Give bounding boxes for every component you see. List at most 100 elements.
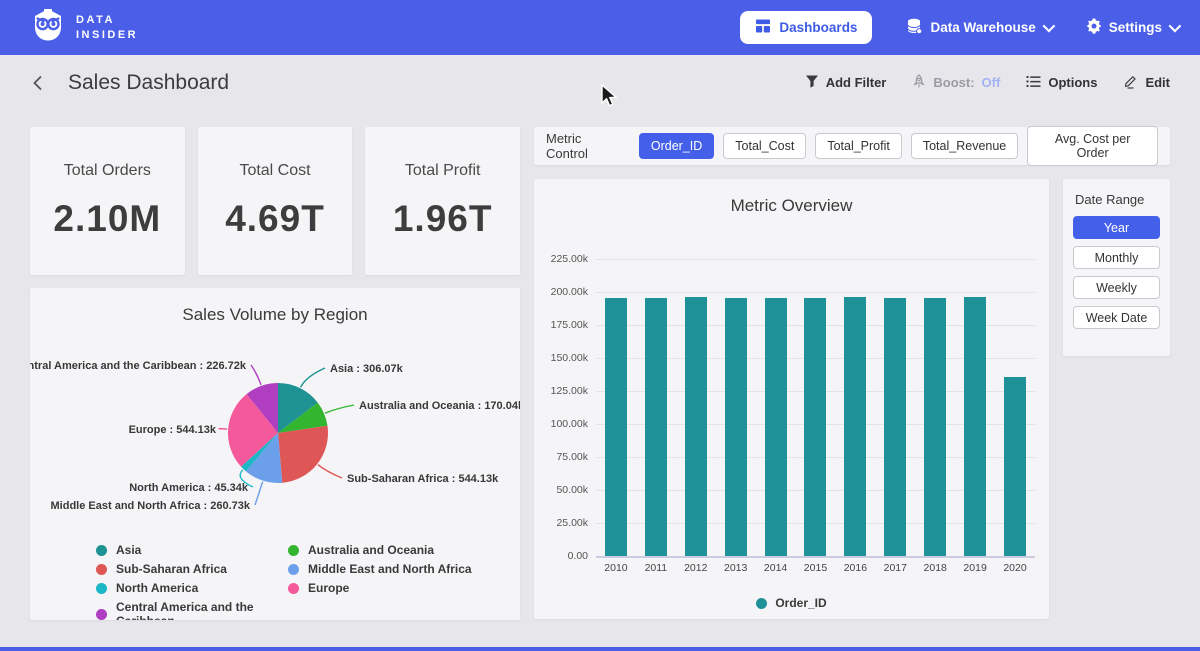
date-range-card: Date Range Year Monthly Weekly Week Date [1063,179,1170,356]
y-axis-tick: 125.00k [536,385,588,397]
legend-label: Europe [308,581,349,595]
bar-chart-legend[interactable]: Order_ID [534,596,1049,610]
pie-legend-item[interactable]: Australia and Oceania [288,543,520,557]
title-bar: Sales Dashboard Add Filter Boost: Off [0,55,1200,110]
legend-dot [96,583,107,594]
date-range-title: Date Range [1075,192,1160,207]
chevron-down-icon [1169,20,1182,33]
pie-slice-label: North America : 45.34k [129,482,249,494]
bar-2018[interactable] [924,298,946,556]
bar-chart-plot: 225.00k200.00k175.00k150.00k125.00k100.0… [596,259,1035,556]
pie-label-connector [301,368,325,387]
x-axis-label: 2017 [875,562,915,574]
dashboards-label: Dashboards [779,20,857,35]
filter-funnel-icon [805,74,819,91]
bar-2019[interactable] [964,297,986,556]
kpi-card-total-cost: Total Cost 4.69T [198,127,353,275]
y-axis-tick: 175.00k [536,319,588,331]
add-filter-label: Add Filter [826,75,887,90]
boost-toggle[interactable]: Boost: Off [912,74,1000,92]
date-range-year-button[interactable]: Year [1073,216,1160,239]
date-range-week-date-button[interactable]: Week Date [1073,306,1160,329]
legend-label: Central America and the Caribbean [116,600,288,620]
x-axis-label: 2019 [955,562,995,574]
legend-dot [96,564,107,575]
pie-label-connector [318,465,342,478]
legend-label: North America [116,581,198,595]
kpi-value: 2.10M [53,198,161,240]
bar-2015[interactable] [804,298,826,556]
bar-2014[interactable] [765,298,787,556]
legend-label: Sub-Saharan Africa [116,562,227,576]
edit-button[interactable]: Edit [1123,74,1170,92]
data-warehouse-menu[interactable]: Data Warehouse [906,18,1051,38]
page-title: Sales Dashboard [68,71,229,95]
brand-logo[interactable]: DATA INSIDER [30,8,138,47]
pie-legend-item[interactable]: Europe [288,581,520,595]
pie-slice-label: Australia and Oceania : 170.04k [359,400,520,412]
pie-label-connector [325,405,354,413]
metric-button-order-id[interactable]: Order_ID [639,133,714,159]
metric-control-bar: Metric Control Order_ID Total_Cost Total… [534,127,1170,165]
dashboards-button[interactable]: Dashboards [740,11,872,44]
legend-dot [756,598,767,609]
y-axis-tick: 100.00k [536,418,588,430]
top-navbar: DATA INSIDER Dashboards [0,0,1200,55]
pie-slice-3[interactable] [278,426,328,483]
back-button[interactable] [30,74,46,92]
y-axis-tick: 225.00k [536,253,588,265]
pie-legend-item[interactable]: North America [96,581,288,595]
kpi-value: 4.69T [225,198,325,240]
boost-label: Boost: [933,75,974,90]
pie-slice-label: Middle East and North Africa : 260.73k [51,500,251,512]
bar-chart-title: Metric Overview [534,179,1049,231]
x-axis-label: 2011 [636,562,676,574]
x-axis-label: 2013 [716,562,756,574]
legend-dot [96,609,107,620]
kpi-card-total-orders: Total Orders 2.10M [30,127,185,275]
pie-label-connector [251,365,261,385]
pie-legend: Asia Australia and Oceania Sub-Saharan A… [96,543,520,620]
kpi-card-total-profit: Total Profit 1.96T [365,127,520,275]
pie-slice-label: Europe : 544.13k [129,424,217,436]
rocket-icon [912,74,926,92]
chevron-down-icon [1042,20,1055,33]
bar-2012[interactable] [685,297,707,557]
bar-2017[interactable] [884,298,906,556]
legend-label: Australia and Oceania [308,543,434,557]
bar-2016[interactable] [844,297,866,556]
pie-legend-item[interactable]: Middle East and North Africa [288,562,520,576]
kpi-row: Total Orders 2.10M Total Cost 4.69T Tota… [30,127,520,275]
pie-legend-item[interactable]: Sub-Saharan Africa [96,562,288,576]
kpi-label: Total Profit [405,162,481,180]
metric-button-total-cost[interactable]: Total_Cost [723,133,806,159]
metric-button-avg-cost[interactable]: Avg. Cost per Order [1027,126,1158,166]
bar-2010[interactable] [605,298,627,556]
pie-legend-item[interactable]: Asia [96,543,288,557]
database-icon [906,18,923,38]
kpi-label: Total Orders [64,162,151,180]
legend-label: Asia [116,543,141,557]
kpi-label: Total Cost [239,162,310,180]
metric-button-total-revenue[interactable]: Total_Revenue [911,133,1018,159]
y-axis-tick: 200.00k [536,286,588,298]
bar-2011[interactable] [645,298,667,556]
edit-label: Edit [1145,75,1170,90]
metric-button-total-profit[interactable]: Total_Profit [815,133,902,159]
pencil-icon [1123,74,1138,92]
add-filter-button[interactable]: Add Filter [805,74,887,91]
pie-legend-item[interactable]: Central America and the Caribbean [96,600,288,620]
legend-dot [288,583,299,594]
options-button[interactable]: Options [1026,75,1097,91]
y-axis-tick: 150.00k [536,352,588,364]
grid-line [596,556,1035,558]
bar-2013[interactable] [725,298,747,556]
boost-state: Off [982,75,1001,90]
date-range-monthly-button[interactable]: Monthly [1073,246,1160,269]
pie-slice-label: Central America and the Caribbean : 226.… [30,360,247,372]
date-range-weekly-button[interactable]: Weekly [1073,276,1160,299]
legend-label: Middle East and North Africa [308,562,472,576]
settings-menu[interactable]: Settings [1086,18,1178,37]
bar-2020[interactable] [1004,377,1026,556]
pie-chart-title: Sales Volume by Region [30,288,520,340]
